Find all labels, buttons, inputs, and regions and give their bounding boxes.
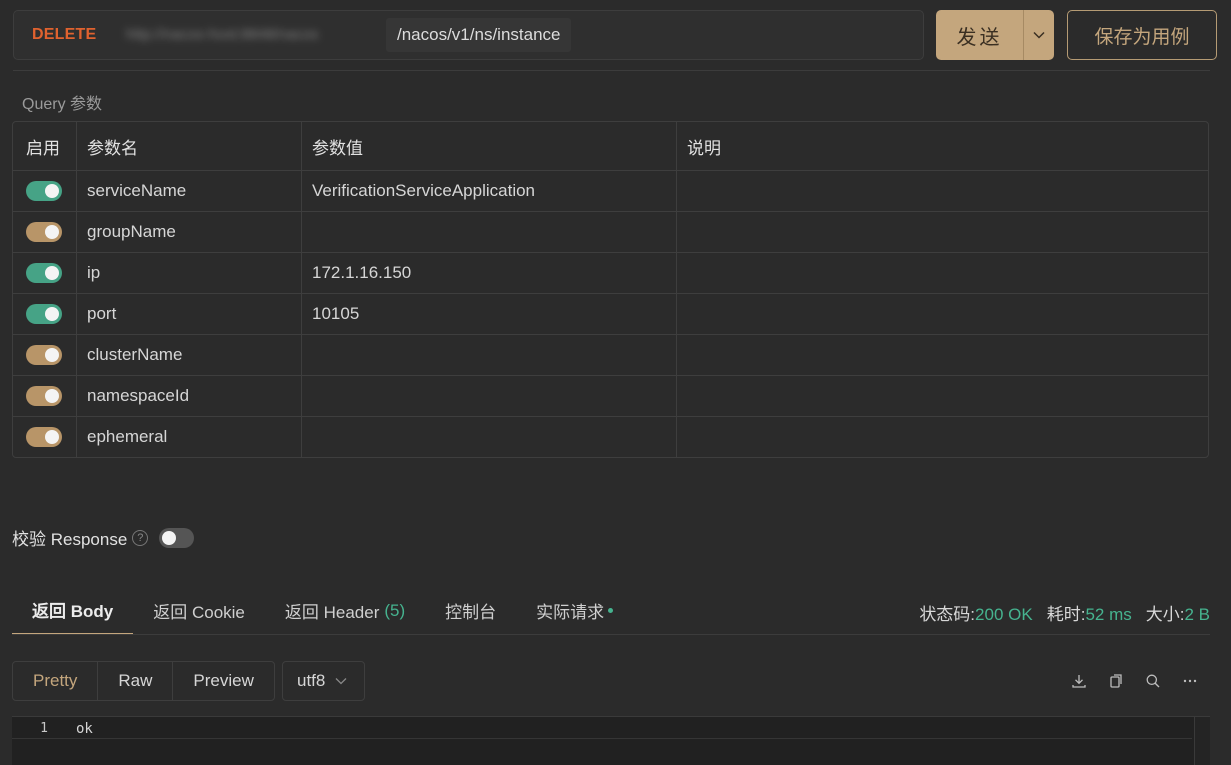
param-value[interactable] (301, 212, 676, 252)
code-line: 1 ok (12, 719, 1192, 739)
param-enable-toggle[interactable] (26, 427, 62, 447)
tab-header[interactable]: 返回 Header (5) (265, 586, 425, 635)
param-desc[interactable] (676, 253, 1208, 293)
response-size: 大小:2 B (1146, 600, 1210, 625)
chevron-down-icon[interactable] (1024, 31, 1054, 39)
param-value[interactable] (301, 417, 676, 457)
format-raw-button[interactable]: Raw (97, 662, 172, 700)
table-row: clusterName (13, 334, 1208, 375)
param-enable-toggle[interactable] (26, 345, 62, 365)
download-icon[interactable] (1068, 670, 1090, 692)
format-preview-button[interactable]: Preview (172, 662, 273, 700)
param-enable-toggle[interactable] (26, 222, 62, 242)
format-pretty-button[interactable]: Pretty (13, 662, 97, 700)
url-bar[interactable]: DELETE http://nacos-host:8848/nacos /nac… (13, 10, 924, 60)
tab-actual-request-label: 实际请求 (536, 603, 605, 622)
param-value[interactable]: 10105 (301, 294, 676, 334)
validate-response: 校验 Response ? (12, 525, 195, 550)
more-icon[interactable] (1179, 670, 1201, 692)
tab-header-label: 返回 Header (284, 603, 380, 622)
param-value[interactable]: 172.1.16.150 (301, 253, 676, 293)
param-enable-toggle[interactable] (26, 181, 62, 201)
tab-console[interactable]: 控制台 (425, 586, 516, 635)
code-text[interactable]: ok (76, 721, 93, 737)
response-size-label: 大小: (1145, 605, 1185, 624)
line-number: 1 (40, 721, 48, 736)
body-toolbar (1068, 670, 1201, 692)
status-dot-icon (608, 608, 614, 613)
chevron-down-icon (335, 677, 347, 685)
status-code-label: 状态码: (919, 605, 976, 624)
response-status: 状态码:200 OK 耗时:52 ms 大小:2 B (919, 600, 1210, 625)
param-enable-toggle[interactable] (26, 263, 62, 283)
table-row: serviceName VerificationServiceApplicati… (13, 170, 1208, 211)
response-size-value: 2 B (1184, 605, 1210, 624)
status-code: 状态码:200 OK (919, 600, 1032, 625)
copy-icon[interactable] (1105, 670, 1127, 692)
help-icon[interactable]: ? (132, 529, 149, 546)
param-value[interactable] (301, 335, 676, 375)
http-method[interactable]: DELETE (32, 26, 124, 44)
validate-response-label: 校验 Response (12, 530, 128, 549)
response-time-value: 52 ms (1085, 605, 1132, 624)
encoding-value: utf8 (297, 671, 326, 690)
query-params-table: 启用 参数名 参数值 说明 serviceName VerificationSe… (12, 121, 1209, 458)
tab-actual-request[interactable]: 实际请求 (516, 586, 633, 635)
param-enable-toggle[interactable] (26, 304, 62, 324)
status-code-value: 200 OK (975, 605, 1033, 624)
header-value: 参数值 (301, 122, 676, 170)
query-params-title: Query 参数 (22, 96, 103, 113)
table-row: port 10105 (13, 293, 1208, 334)
param-value[interactable]: VerificationServiceApplication (301, 171, 676, 211)
send-button-label: 发送 (956, 26, 1003, 49)
table-row: ip 172.1.16.150 (13, 252, 1208, 293)
param-name[interactable]: port (76, 294, 301, 334)
param-name[interactable]: ephemeral (76, 417, 301, 457)
param-desc[interactable] (676, 294, 1208, 334)
divider (12, 634, 1210, 635)
encoding-select[interactable]: utf8 (282, 661, 365, 701)
response-tabs: 返回 Body 返回 Cookie 返回 Header (5) 控制台 实际请求 (12, 586, 633, 635)
request-path[interactable]: /nacos/v1/ns/instance (386, 18, 572, 52)
param-value[interactable] (301, 376, 676, 416)
table-row: namespaceId (13, 375, 1208, 416)
search-icon[interactable] (1142, 670, 1164, 692)
tab-body[interactable]: 返回 Body (12, 586, 134, 635)
response-time-label: 耗时: (1046, 605, 1086, 624)
response-time: 耗时:52 ms (1047, 600, 1132, 625)
header-enable: 启用 (26, 138, 60, 158)
divider (13, 70, 1210, 71)
editor-scrollbar[interactable] (1194, 717, 1210, 765)
table-row: groupName (13, 211, 1208, 252)
param-enable-toggle[interactable] (26, 386, 62, 406)
table-header-row: 启用 参数名 参数值 说明 (13, 122, 1208, 170)
table-row: ephemeral (13, 416, 1208, 457)
param-desc[interactable] (676, 212, 1208, 252)
format-switcher: Pretty Raw Preview (12, 661, 275, 701)
param-desc[interactable] (676, 171, 1208, 211)
validate-response-toggle[interactable] (159, 527, 195, 548)
send-button[interactable]: 发送 (936, 10, 1054, 60)
header-desc: 说明 (676, 122, 1208, 170)
param-name[interactable]: namespaceId (76, 376, 301, 416)
param-desc[interactable] (676, 417, 1208, 457)
param-desc[interactable] (676, 335, 1208, 375)
param-name[interactable]: ip (76, 253, 301, 293)
param-name[interactable]: groupName (76, 212, 301, 252)
header-name: 参数名 (76, 122, 301, 170)
save-as-case-button[interactable]: 保存为用例 (1067, 10, 1217, 60)
param-desc[interactable] (676, 376, 1208, 416)
param-name[interactable]: clusterName (76, 335, 301, 375)
base-url[interactable]: http://nacos-host:8848/nacos (126, 23, 366, 47)
tab-cookie[interactable]: 返回 Cookie (133, 586, 265, 635)
tab-header-count: (5) (384, 600, 406, 620)
response-body-editor[interactable]: 1 ok (12, 716, 1210, 765)
param-name[interactable]: serviceName (76, 171, 301, 211)
